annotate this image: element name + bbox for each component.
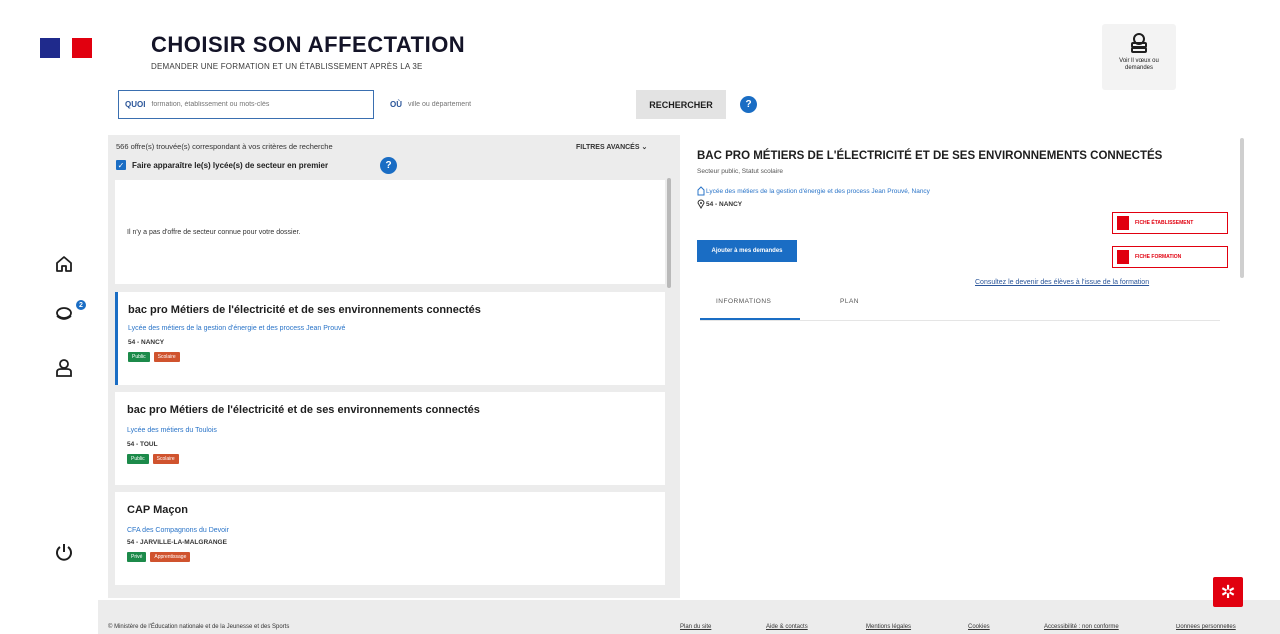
home-icon[interactable] [54,254,74,274]
ou-label: OÙ [390,100,402,109]
fiche-etablissement-button[interactable]: FICHE ÉTABLISSEMENT [1112,212,1228,234]
stack-icon [1131,33,1147,53]
page-subtitle: DEMANDER UNE FORMATION ET UN ÉTABLISSEME… [151,62,423,71]
quoi-input[interactable] [151,101,352,108]
footer-link-mentions[interactable]: Mentions légales [866,624,911,630]
advanced-filters-button[interactable]: FILTRES AVANCÉS ⌄ [576,143,647,151]
status-badge-apprentissage: Apprentissage [150,552,191,562]
footer-link-donnees[interactable]: Données personnelles [1176,624,1236,630]
result-card-location: 54 - JARVILLE-LA-MALGRANGE [127,539,227,546]
pdf-icon [1117,250,1129,264]
footer-link-aide[interactable]: Aide & contacts [766,624,808,630]
status-badge-scolaire: Scolaire [153,352,180,362]
sector-first-checkbox[interactable]: ✓ [116,160,126,170]
voeux-label: Voir ll vœux ou demandes [1119,58,1159,71]
detail-location: 54 - NANCY [706,201,743,208]
sector-empty-card: Il n'y a pas d'offre de secteur connue p… [115,180,665,284]
search-ou-field[interactable]: OÙ [384,90,630,119]
voeux-button[interactable]: Voir ll vœux ou demandes [1102,24,1176,90]
footer-link-plan[interactable]: Plan du site [680,624,711,630]
result-card-title: CAP Maçon [127,504,188,516]
sector-first-label: Faire apparaître le(s) lycée(s) de secte… [132,160,329,170]
search-help-icon[interactable]: ? [740,96,757,113]
result-card-school[interactable]: CFA des Compagnons du Devoir [127,526,653,535]
ou-input[interactable] [408,101,608,108]
result-card-title: bac pro Métiers de l'électricité et de s… [128,304,481,316]
detail-panel [688,138,1238,600]
quoi-label: QUOI [125,100,146,109]
detail-school-link[interactable]: Lycée des métiers de la gestion d'énergi… [706,188,930,195]
search-quoi-field[interactable]: QUOI [118,90,374,119]
status-badge-public: Public [128,352,150,362]
results-scrollbar[interactable] [667,178,671,288]
tab-informations[interactable]: INFORMATIONS [716,298,771,305]
status-badge-scolaire: Scolaire [152,454,179,464]
detail-subtitle: Secteur public, Statut scolaire [697,168,783,175]
footer-link-cookies[interactable]: Cookies [968,624,990,630]
result-card[interactable]: CAP Maçon CFA des Compagnons du Devoir 5… [115,492,665,585]
marianne-flag-logo [40,38,96,58]
assistant-fab-icon[interactable]: ✲ [1213,577,1243,607]
tabs-divider [700,320,1220,321]
footer-copyright: © Ministère de l'Éducation nationale et … [108,624,290,630]
add-to-demandes-button[interactable]: Ajouter à mes demandes [697,240,797,262]
fiche-formation-button[interactable]: FICHE FORMATION [1112,246,1228,268]
result-card-school[interactable]: Lycée des métiers de la gestion d'énergi… [128,324,368,333]
result-card-location: 54 - TOUL [127,441,158,448]
fiche-formation-label: FICHE FORMATION [1135,254,1182,260]
detail-title: BAC PRO MÉTIERS DE L'ÉLECTRICITÉ ET DE S… [697,150,1163,162]
result-card-school[interactable]: Lycée des métiers du Toulois [127,426,653,435]
page-title: CHOISIR SON AFFECTATION [151,32,466,57]
sector-help-icon[interactable]: ? [380,157,397,174]
page: CHOISIR SON AFFECTATION DEMANDER UNE FOR… [0,0,1280,634]
tab-plan[interactable]: PLAN [840,298,859,305]
result-card[interactable]: bac pro Métiers de l'électricité et de s… [115,392,665,485]
status-badge-public: Public [127,454,149,464]
location-pin-icon [697,199,705,209]
result-card[interactable]: bac pro Métiers de l'électricité et de s… [115,292,665,385]
filters-label: FILTRES AVANCÉS [576,144,640,151]
user-icon[interactable] [54,358,74,378]
pdf-icon [1117,216,1129,230]
fiche-etablissement-label: FICHE ÉTABLISSEMENT [1135,220,1194,226]
voeux-nav-icon[interactable] [54,304,74,324]
chevron-down-icon: ⌄ [641,144,648,151]
result-card-location: 54 - NANCY [128,339,165,346]
results-count: 566 offre(s) trouvée(s) correspondant à … [116,142,333,151]
detail-scrollbar[interactable] [1240,138,1244,278]
school-icon [697,186,705,196]
result-card-title: bac pro Métiers de l'électricité et de s… [127,404,480,416]
sector-first-checkbox-row[interactable]: ✓ Faire apparaître le(s) lycée(s) de sec… [116,160,328,170]
consult-devenir-link[interactable]: Consultez le devenir des élèves à l'issu… [975,279,1149,286]
search-button[interactable]: RECHERCHER [636,90,726,119]
status-badge-prive: Privé [127,552,147,562]
footer-link-accessibilite[interactable]: Accessibilité : non conforme [1044,624,1119,630]
voeux-count-badge: 2 [76,300,86,310]
power-icon[interactable] [54,542,74,562]
active-tab-indicator [700,318,800,320]
sector-empty-text: Il n'y a pas d'offre de secteur connue p… [127,229,301,236]
